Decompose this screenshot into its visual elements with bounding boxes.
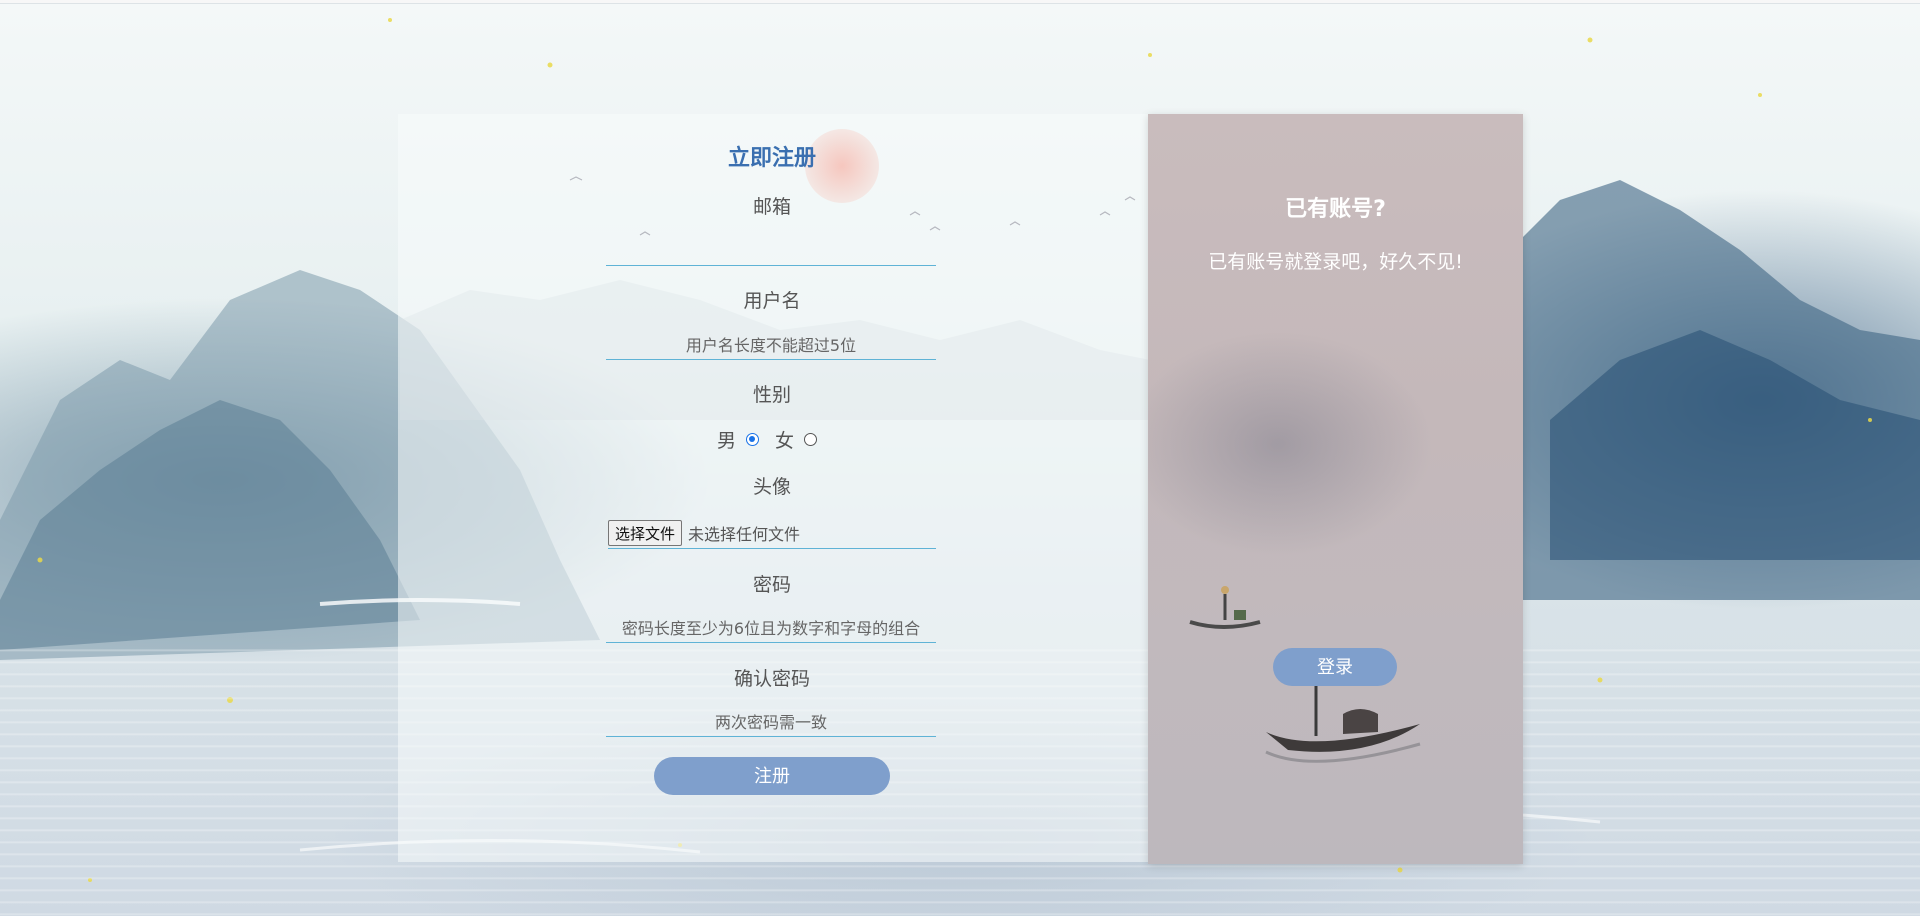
login-title: 已有账号? (1285, 197, 1386, 222)
choose-file-button[interactable]: 选择文件 (608, 520, 683, 546)
confirm-password-field[interactable] (606, 708, 936, 737)
password-field[interactable] (606, 614, 936, 643)
email-label: 邮箱 (752, 196, 791, 218)
boat-illustration (1189, 586, 1421, 763)
email-field[interactable] (606, 237, 936, 266)
register-title: 立即注册 (727, 146, 816, 171)
gender-male-label: 男 (716, 429, 736, 452)
confirm-password-label: 确认密码 (733, 668, 810, 690)
gender-male-radio[interactable] (746, 432, 759, 446)
login-button[interactable]: 登录 (1273, 648, 1397, 686)
gender-female-label: 女 (775, 429, 795, 452)
gender-options: 男 女 (606, 426, 938, 452)
register-button[interactable]: 注册 (654, 757, 890, 795)
gender-label: 性别 (752, 384, 791, 406)
avatar-label: 头像 (752, 476, 791, 498)
password-label: 密码 (752, 574, 791, 596)
avatar-file-input: 选择文件 未选择任何文件 (608, 518, 936, 549)
gender-female-radio[interactable] (804, 432, 818, 446)
login-message: 已有账号就登录吧，好久不见! (1208, 251, 1463, 273)
file-status-text: 未选择任何文件 (688, 525, 801, 544)
login-panel: 已有账号? 已有账号就登录吧，好久不见! 登录 (1148, 114, 1523, 864)
username-label: 用户名 (743, 290, 801, 312)
username-field[interactable] (606, 331, 936, 360)
